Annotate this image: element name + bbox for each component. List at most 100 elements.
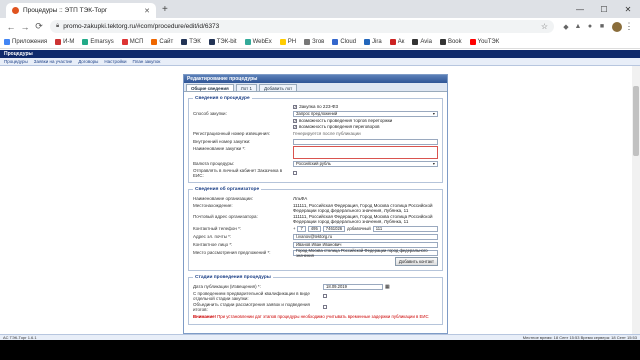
bookmark-icon — [244, 38, 251, 45]
negotiation-checkbox[interactable]: ✓ — [293, 124, 297, 129]
extension-icon[interactable]: ▲ — [572, 23, 584, 31]
bookmark-item[interactable]: Згов — [304, 38, 324, 45]
bookmark-icon — [279, 38, 286, 45]
forward-icon[interactable]: → — [18, 22, 32, 32]
app-menu: Процедуры Заявки на участие Договоры Нас… — [0, 58, 640, 66]
window-controls: — ☐ ✕ — [568, 0, 640, 18]
law-223-option[interactable]: ✓ Закупка по 223-ФЗ — [293, 104, 438, 109]
menu-settings[interactable]: Настройки — [104, 59, 126, 64]
phone-number-input[interactable]: 7461026 — [322, 225, 346, 232]
phone-ext-input[interactable]: 111 — [372, 225, 438, 232]
menu-dots-icon[interactable]: ⋮ — [622, 21, 636, 32]
new-tab-icon[interactable]: + — [162, 4, 168, 15]
address-row: ← → ⟳ 🔒︎ promo-zakupki.tektorg.ru/#com/p… — [0, 18, 640, 35]
prequal-checkbox[interactable] — [323, 294, 327, 298]
eis-checkbox[interactable] — [293, 171, 297, 175]
scrollbar-thumb[interactable] — [633, 86, 639, 156]
law-223-checkbox[interactable]: ✓ — [293, 104, 297, 109]
pubdate-input[interactable]: 18.09.2019 — [323, 283, 383, 290]
main-content: Редактирование процедуры Общие сведения … — [0, 66, 640, 334]
bookmark-icon — [439, 38, 446, 45]
bookmark-icon — [469, 38, 476, 45]
section-legend: Сведения об организаторе — [195, 187, 260, 192]
calendar-icon[interactable]: ▦ — [385, 284, 390, 290]
prequal-row: С проведением предварительной квалификац… — [193, 291, 438, 301]
back-icon[interactable]: ← — [4, 22, 18, 32]
browser-tab[interactable]: Процедуры :: ЭТП ТЭК-Торг ✕ — [6, 3, 156, 18]
warning-text: Внимание! При установлении дат этапов пр… — [193, 314, 429, 319]
pubdate-row: Дата публикации (Извещения) *: 18.09.201… — [193, 283, 390, 290]
bookmark-item[interactable]: Emarsys — [82, 38, 114, 45]
bookmark-star-icon[interactable]: ☆ — [541, 22, 548, 31]
review-place-input[interactable]: Город Москва столица Российской Федераци… — [293, 248, 438, 258]
extension-icon[interactable]: ■ — [596, 23, 608, 31]
internal-number-row: Внутренний номер закупки: — [193, 138, 438, 145]
bookmark-item[interactable]: ТЭК — [181, 38, 201, 45]
bookmark-item[interactable]: Book — [439, 38, 462, 45]
bookmark-item[interactable]: Сайт — [151, 38, 173, 45]
edit-procedure-panel: Редактирование процедуры Общие сведения … — [183, 74, 448, 334]
lock-icon[interactable]: 🔒︎ — [56, 23, 59, 30]
merge-row: Объединить стадии рассмотрения заявок и … — [193, 302, 438, 312]
section-legend: Стадии проведения процедуры — [195, 275, 271, 280]
minimize-icon[interactable]: — — [568, 0, 592, 18]
menu-purchase-plan[interactable]: План закупок — [133, 59, 161, 64]
menu-contracts[interactable]: Договоры — [78, 59, 98, 64]
reload-icon[interactable]: ⟳ — [32, 21, 46, 32]
extension-icon[interactable]: ◆ — [560, 23, 572, 31]
extension-icon[interactable]: ● — [584, 23, 596, 31]
close-tab-icon[interactable]: ✕ — [144, 7, 150, 15]
tab-lot-1[interactable]: Лот 1 — [235, 84, 257, 91]
menu-applications[interactable]: Заявки на участие — [34, 59, 72, 64]
address-bar[interactable]: 🔒︎ promo-zakupki.tektorg.ru/#com/procedu… — [50, 20, 554, 33]
negotiation-option[interactable]: ✓ возможность проведения переговоров — [293, 124, 438, 129]
regnum-row: Регистрационный номер извещения: Генерир… — [193, 130, 438, 137]
bookmark-icon — [82, 38, 89, 45]
postal-value: 111111, Российская Федерация, Город Моск… — [293, 214, 433, 224]
bookmark-item[interactable]: Jira — [364, 38, 382, 45]
add-contact-row: Добавить контакт — [193, 257, 438, 266]
tab-title: Процедуры :: ЭТП ТЭК-Торг — [23, 7, 108, 14]
org-name-value: ЛльФА — [293, 196, 308, 201]
page-scrollbar[interactable] — [632, 66, 640, 334]
bookmark-icon — [332, 38, 339, 45]
phone-code-input[interactable]: 495 — [307, 225, 321, 232]
close-window-icon[interactable]: ✕ — [616, 0, 640, 18]
section-legend: Сведения о процедуре — [195, 96, 250, 101]
bookmark-item[interactable]: Cloud — [332, 38, 356, 45]
procedure-name-textarea[interactable] — [293, 146, 438, 159]
profile-avatar[interactable] — [612, 21, 622, 32]
method-select[interactable]: Запрос предложений ▾ — [293, 110, 438, 117]
rebid-checkbox[interactable]: ✓ — [293, 118, 297, 123]
url-text: promo-zakupki.tektorg.ru/#com/procedure/… — [63, 23, 220, 30]
email-field[interactable]: l.ivanov@tektorg.ru — [293, 233, 438, 240]
currency-select[interactable]: Российский рубль ▾ — [293, 160, 438, 167]
video-letterbox — [0, 340, 640, 360]
merge-checkbox[interactable] — [323, 305, 327, 309]
bookmark-item[interactable]: Avia — [412, 38, 432, 45]
bookmark-apps[interactable]: Приложения — [4, 38, 47, 45]
bookmark-icon — [412, 38, 419, 45]
bookmark-icon — [208, 38, 215, 45]
panel-title: Редактирование процедуры — [184, 75, 447, 83]
tab-general[interactable]: Общие сведения — [186, 84, 234, 91]
maximize-icon[interactable]: ☐ — [592, 0, 616, 18]
internal-number-input[interactable] — [293, 138, 438, 145]
bookmark-item[interactable]: И-М — [55, 38, 74, 45]
phone-country-input[interactable]: 7 — [297, 225, 306, 232]
bookmark-item[interactable]: YouТЭК — [469, 38, 499, 45]
bookmark-item[interactable]: WebEx — [244, 38, 272, 45]
bookmark-item[interactable]: РН — [279, 38, 296, 45]
add-contact-button[interactable]: Добавить контакт — [394, 257, 438, 266]
email-row: Адрес эл. почты *: l.ivanov@tektorg.ru — [193, 233, 438, 240]
bookmark-icon — [181, 38, 188, 45]
chevron-down-icon: ▾ — [432, 161, 435, 166]
rebid-option[interactable]: ✓ возможность проведения торгов переторж… — [293, 118, 438, 123]
bookmark-item[interactable]: Ак — [389, 38, 404, 45]
bookmark-item[interactable]: МСП — [121, 38, 143, 45]
tab-add-lot[interactable]: Добавить лот — [258, 84, 298, 91]
menu-procedures[interactable]: Процедуры — [4, 59, 28, 64]
bookmark-item[interactable]: ТЭК-bit — [208, 38, 237, 45]
postal-row: Почтовый адрес организатора: 111111, Рос… — [193, 214, 438, 224]
location-value: 111111, Российская Федерация, Город Моск… — [293, 203, 433, 213]
